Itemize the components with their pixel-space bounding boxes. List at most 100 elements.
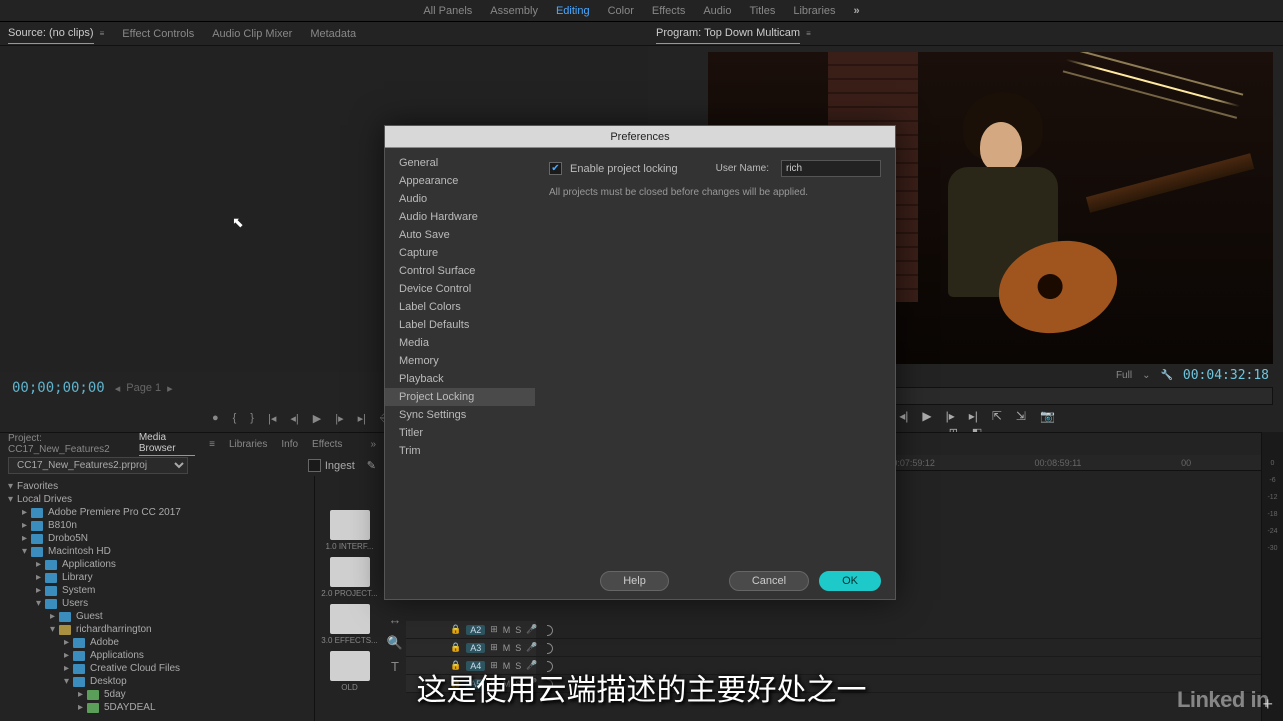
cancel-button[interactable]: Cancel xyxy=(729,571,809,591)
pref-category[interactable]: Control Surface xyxy=(385,262,535,280)
tree-item[interactable]: ▸Guest xyxy=(0,610,314,623)
tab-metadata[interactable]: Metadata xyxy=(310,24,356,44)
tab-program[interactable]: Program: Top Down Multicam xyxy=(656,23,800,44)
p-step-fwd[interactable]: |▸ xyxy=(946,409,955,423)
pref-category[interactable]: Playback xyxy=(385,370,535,388)
username-label: User Name: xyxy=(716,163,769,174)
workspace-bar: All Panels Assembly Editing Color Effect… xyxy=(0,0,1283,22)
tree-item[interactable]: ▸B810n xyxy=(0,519,314,532)
tree-item[interactable]: ▾Favorites xyxy=(0,480,314,493)
tabs-overflow[interactable]: » xyxy=(370,439,376,450)
pref-category[interactable]: Sync Settings xyxy=(385,406,535,424)
ws-overflow[interactable]: » xyxy=(854,5,860,17)
ingest-checkbox[interactable] xyxy=(308,459,321,472)
tab-info[interactable]: Info xyxy=(281,439,298,450)
pref-category[interactable]: Auto Save xyxy=(385,226,535,244)
pref-category[interactable]: Media xyxy=(385,334,535,352)
play-icon[interactable]: ▶ xyxy=(313,412,321,425)
pref-category[interactable]: Project Locking xyxy=(385,388,535,406)
program-menu-icon[interactable]: ≡ xyxy=(806,25,811,42)
tab-libraries[interactable]: Libraries xyxy=(229,439,267,450)
tree-item[interactable]: ▾Macintosh HD xyxy=(0,545,314,558)
page-next[interactable]: ▸ xyxy=(167,382,173,395)
pref-category[interactable]: Audio Hardware xyxy=(385,208,535,226)
tab-source[interactable]: Source: (no clips) xyxy=(8,23,94,44)
pref-category[interactable]: Capture xyxy=(385,244,535,262)
mark-in-icon[interactable]: ● xyxy=(212,412,219,424)
tab-media-browser[interactable]: Media Browser xyxy=(139,432,195,456)
folder-thumb[interactable] xyxy=(330,557,370,587)
enable-locking-label: Enable project locking xyxy=(570,163,678,175)
step-fwd-icon[interactable]: ▸| xyxy=(358,412,366,425)
ws-editing[interactable]: Editing xyxy=(556,5,590,17)
video-subtitle: 这是使用云端描述的主要好处之一 xyxy=(0,665,1283,709)
ws-assembly[interactable]: Assembly xyxy=(490,5,538,17)
folder-thumb[interactable] xyxy=(330,510,370,540)
tab-effect-controls[interactable]: Effect Controls xyxy=(122,24,194,44)
pref-category[interactable]: Appearance xyxy=(385,172,535,190)
tree-item[interactable]: ▾richardharrington xyxy=(0,623,314,636)
ws-audio[interactable]: Audio xyxy=(703,5,731,17)
pref-category[interactable]: Device Control xyxy=(385,280,535,298)
pref-category[interactable]: Memory xyxy=(385,352,535,370)
tree-item[interactable]: ▸Applications xyxy=(0,649,314,662)
tree-item[interactable]: ▾Local Drives xyxy=(0,493,314,506)
audio-track[interactable]: 🔒A3⊞MS🎤 xyxy=(406,639,1261,657)
project-file-select[interactable]: CC17_New_Features2.prproj xyxy=(8,457,188,474)
new-folder-icon[interactable]: ✎ xyxy=(367,459,376,472)
help-button[interactable]: Help xyxy=(600,571,669,591)
ws-color[interactable]: Color xyxy=(608,5,634,17)
ws-titles[interactable]: Titles xyxy=(749,5,775,17)
ok-button[interactable]: OK xyxy=(819,571,881,591)
chevron-down-icon[interactable]: ⌄ xyxy=(1142,370,1150,381)
p-extract-icon[interactable]: ⇲ xyxy=(1016,409,1026,423)
pref-category[interactable]: General xyxy=(385,154,535,172)
source-menu-icon[interactable]: ≡ xyxy=(100,25,105,42)
goto-in-icon[interactable]: } xyxy=(250,412,254,424)
tree-item[interactable]: ▸Adobe Premiere Pro CC 2017 xyxy=(0,506,314,519)
prev-frame-icon[interactable]: ◂| xyxy=(290,412,298,425)
pref-category[interactable]: Audio xyxy=(385,190,535,208)
audio-track[interactable]: 🔒A2⊞MS🎤 xyxy=(406,621,1261,639)
settings-icon[interactable]: 🔧 xyxy=(1160,370,1172,381)
page-label: Page 1 xyxy=(126,382,161,394)
preferences-dialog: Preferences GeneralAppearanceAudioAudio … xyxy=(384,125,896,600)
source-tabs: Source: (no clips) ≡ Effect Controls Audi… xyxy=(0,22,648,46)
zoom-select[interactable]: Full xyxy=(1116,370,1132,381)
tree-item[interactable]: ▸System xyxy=(0,584,314,597)
pref-category[interactable]: Label Defaults xyxy=(385,316,535,334)
username-input[interactable] xyxy=(781,160,881,177)
pref-note: All projects must be closed before chang… xyxy=(549,187,881,198)
tab-effects-panel[interactable]: Effects xyxy=(312,439,342,450)
pref-category[interactable]: Trim xyxy=(385,442,535,460)
dialog-title: Preferences xyxy=(385,126,895,148)
tree-item[interactable]: ▸Drobo5N xyxy=(0,532,314,545)
page-prev[interactable]: ◂ xyxy=(115,382,121,395)
tree-item[interactable]: ▸Library xyxy=(0,571,314,584)
p-lift-icon[interactable]: ⇱ xyxy=(992,409,1002,423)
hand-tool-icon[interactable]: ↔ xyxy=(389,612,402,627)
linkedin-watermark: Linked in xyxy=(1177,687,1269,713)
folder-thumb[interactable] xyxy=(330,604,370,634)
source-timecode[interactable]: 00;00;00;00 xyxy=(12,380,105,396)
next-frame-icon[interactable]: |▸ xyxy=(335,412,343,425)
ws-libraries[interactable]: Libraries xyxy=(793,5,835,17)
program-timecode[interactable]: 00:04:32:18 xyxy=(1183,368,1269,383)
tree-item[interactable]: ▸Adobe xyxy=(0,636,314,649)
p-mark-out[interactable]: ▸| xyxy=(969,409,978,423)
step-back-icon[interactable]: |◂ xyxy=(268,412,276,425)
mark-out-icon[interactable]: { xyxy=(233,412,237,424)
p-play-icon[interactable]: ▶ xyxy=(922,409,931,423)
zoom-tool-icon[interactable]: 🔍 xyxy=(387,635,403,651)
tree-item[interactable]: ▾Users xyxy=(0,597,314,610)
tree-item[interactable]: ▸Applications xyxy=(0,558,314,571)
p-step-back[interactable]: ◂| xyxy=(899,409,908,423)
pref-category[interactable]: Label Colors xyxy=(385,298,535,316)
tab-audio-mixer[interactable]: Audio Clip Mixer xyxy=(212,24,292,44)
enable-locking-checkbox[interactable]: ✔ xyxy=(549,162,562,175)
p-export-icon[interactable]: 📷 xyxy=(1040,409,1055,423)
ws-effects[interactable]: Effects xyxy=(652,5,685,17)
ws-all[interactable]: All Panels xyxy=(423,5,472,17)
pref-category[interactable]: Titler xyxy=(385,424,535,442)
tab-project[interactable]: Project: CC17_New_Features2 xyxy=(8,433,125,455)
